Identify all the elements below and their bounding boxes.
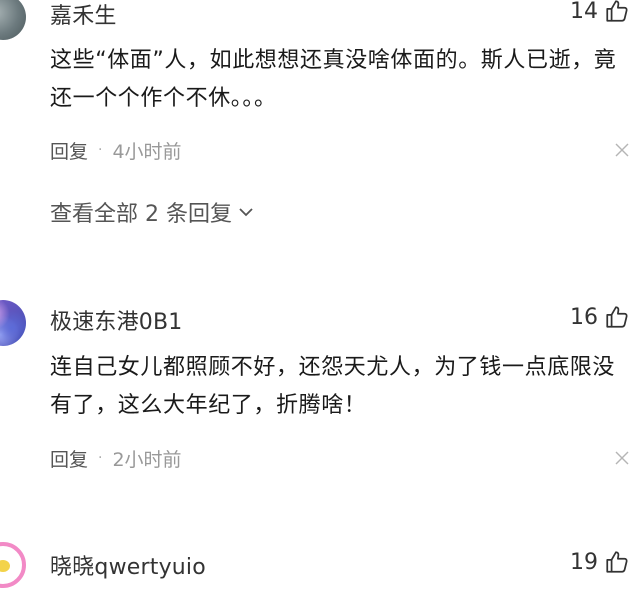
comment-text: 这些“体面”人，如此想想还真没啥体面的。斯人已逝，竟还一个个作个不休。。。 bbox=[50, 48, 617, 111]
thumbs-up-icon bbox=[606, 306, 628, 328]
comment-time: 2小时前 bbox=[112, 448, 182, 471]
chevron-down-icon bbox=[239, 208, 253, 217]
comment-text: 连自己女儿都照顾不好，还怨天尤人，为了钱一点底限没有了，这么大年纪了，折腾啥！ bbox=[50, 355, 616, 418]
like-count: 14 bbox=[570, 0, 598, 24]
avatar[interactable] bbox=[0, 300, 26, 346]
comment-item: 晓晓qwertyuio 19 bbox=[0, 540, 640, 603]
avatar[interactable] bbox=[0, 0, 26, 40]
close-icon[interactable] bbox=[614, 450, 630, 466]
separator-dot: · bbox=[98, 142, 103, 158]
avatar-emoji bbox=[0, 560, 10, 572]
view-replies-label: 查看全部 2 条回复 bbox=[50, 202, 232, 227]
reply-button[interactable]: 回复 bbox=[50, 137, 88, 164]
comment-item: 极速东港0B1 16 连自己女儿都照顾不好，还怨天尤人，为了钱一点底限没有了，这… bbox=[0, 290, 640, 490]
thumbs-up-icon bbox=[606, 0, 628, 22]
thumbs-up-icon bbox=[606, 551, 628, 573]
like-button[interactable]: 19 bbox=[570, 549, 630, 575]
reply-button[interactable]: 回复 bbox=[50, 445, 88, 472]
avatar[interactable] bbox=[0, 542, 26, 588]
comment-item: 嘉禾生 14 这些“体面”人，如此想想还真没啥体面的。斯人已逝，竟还一个个作个不… bbox=[0, 0, 640, 240]
view-replies-link[interactable]: 查看全部 2 条回复 bbox=[50, 196, 254, 228]
comment-meta: 回复 · 4小时前 bbox=[50, 135, 630, 165]
comment-meta: 回复 · 2小时前 bbox=[50, 443, 630, 473]
like-button[interactable]: 14 bbox=[570, 0, 630, 24]
like-count: 16 bbox=[570, 304, 598, 330]
comment-username[interactable]: 晓晓qwertyuio bbox=[50, 549, 206, 581]
comment-username[interactable]: 极速东港0B1 bbox=[50, 304, 183, 336]
like-count: 19 bbox=[570, 549, 598, 575]
comment-time: 4小时前 bbox=[112, 140, 182, 163]
like-button[interactable]: 16 bbox=[570, 304, 630, 330]
separator-dot: · bbox=[98, 450, 103, 466]
close-icon[interactable] bbox=[614, 142, 630, 158]
comment-username[interactable]: 嘉禾生 bbox=[50, 0, 117, 30]
